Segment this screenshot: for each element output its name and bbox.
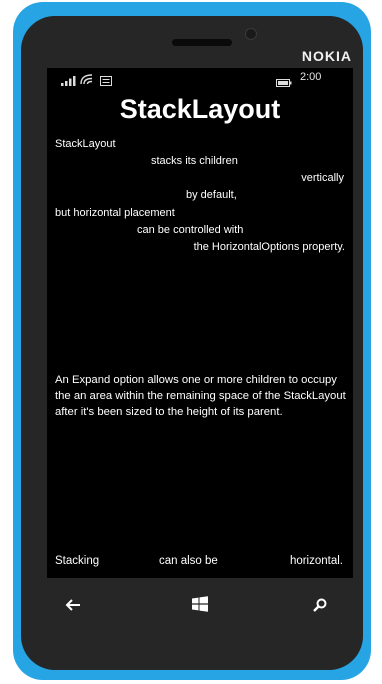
horizontal-item-3: horizontal. — [289, 555, 343, 567]
windows-start-icon — [192, 596, 208, 616]
back-icon — [65, 597, 81, 616]
message-icon — [100, 73, 112, 86]
horizontal-item-2: can also be — [159, 555, 218, 567]
stack-line-5: but horizontal placement — [55, 207, 175, 219]
brand-logo: NOKIA — [301, 48, 352, 64]
page-title: StackLayout — [119, 94, 281, 124]
earpiece — [172, 39, 232, 46]
stack-line-7: the HorizontalOptions property. — [193, 241, 345, 253]
front-camera — [245, 28, 257, 40]
status-bar: 2:00 — [47, 68, 353, 87]
stack-line-3: vertically — [301, 172, 344, 184]
stack-line-4: by default, — [186, 189, 237, 201]
signal-icon — [61, 73, 77, 86]
back-button[interactable] — [57, 590, 89, 622]
horizontal-item-1: Stacking — [55, 555, 100, 567]
search-icon — [313, 597, 327, 616]
status-clock: 2:00 — [300, 71, 322, 83]
wifi-icon — [80, 72, 94, 85]
start-button[interactable] — [184, 590, 216, 622]
search-button[interactable] — [304, 590, 336, 622]
battery-icon — [276, 74, 292, 87]
stack-line-6: can be controlled with — [137, 224, 244, 236]
expand-paragraph: An Expand option allows one or more chil… — [55, 374, 346, 418]
stack-line-2: stacks its children — [151, 155, 238, 167]
phone-screen: 2:00 StackLayout StackLayout stacks its … — [47, 68, 353, 578]
stack-line-1: StackLayout — [55, 138, 116, 150]
hardware-nav-bar — [47, 578, 353, 634]
